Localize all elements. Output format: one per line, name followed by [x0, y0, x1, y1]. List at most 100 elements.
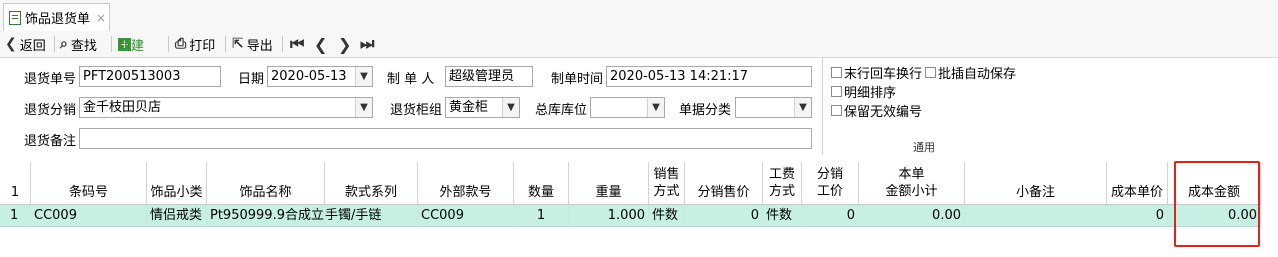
distributor-label: 退货分销: [24, 103, 77, 118]
return-no-field[interactable]: PFT200513003: [79, 66, 221, 87]
header-form: 退货单号 PFT200513003 日期 2020-05-13 ▼ 制 单 人 …: [0, 58, 1278, 158]
print-button[interactable]: ⎙ 打印: [175, 34, 215, 54]
find-label: 查找: [70, 38, 97, 54]
cell-weight[interactable]: 1.000: [569, 205, 649, 226]
counter-label: 退货柜组: [390, 103, 443, 118]
date-label: 日期: [238, 72, 265, 87]
first-icon: ⏮: [290, 34, 305, 53]
column-header-label: 1: [10, 185, 20, 200]
column-header-note[interactable]: 小备注: [965, 162, 1107, 205]
column-header-cost-price[interactable]: 成本单价: [1107, 162, 1168, 205]
option-enter-newline[interactable]: 末行回车换行: [831, 63, 922, 82]
search-list-icon: ⌕: [60, 36, 68, 52]
new-button[interactable]: + 新建: [118, 34, 144, 54]
column-header-subtotal[interactable]: 本单 金额小计: [859, 162, 965, 205]
checkbox[interactable]: [831, 86, 842, 97]
find-button[interactable]: ⌕ 查找: [60, 34, 97, 54]
option-detail-sort[interactable]: 明细排序: [831, 82, 896, 101]
toolbar: ❮ 返回 ⌕ 查找 + 新建 ⎙ 打印 ⇱ 导出 ⏮ ❮ ❯ ⏭: [0, 31, 1278, 58]
maker-label: 制 单 人: [387, 72, 435, 87]
export-label: 导出: [246, 38, 273, 54]
warehouse-select[interactable]: ▼: [590, 97, 665, 118]
distributor-select[interactable]: 金千枝田贝店 ▼: [79, 97, 373, 118]
date-value: 2020-05-13: [271, 69, 347, 84]
tab-title: 饰品退货单: [25, 12, 91, 27]
toolbar-divider: [54, 36, 55, 52]
cell-dist-price[interactable]: 0: [685, 205, 763, 226]
cell-barcode[interactable]: CC009: [31, 205, 147, 226]
maker-field[interactable]: 超级管理员: [445, 66, 533, 87]
back-button[interactable]: ❮ 返回: [5, 34, 46, 54]
table-row[interactable]: 1 CC009 情侣戒类 Pt950999.9合成立方锆 手镯/手链 CC009…: [0, 205, 1261, 227]
column-header-label: 成本单价: [1110, 185, 1163, 200]
column-header-label: 饰品名称: [239, 185, 292, 200]
cell-subcategory[interactable]: 情侣戒类: [147, 205, 207, 226]
export-button[interactable]: ⇱ 导出: [232, 34, 273, 54]
print-label: 打印: [189, 38, 216, 54]
column-header-dist-fee[interactable]: 分销 工价: [802, 162, 859, 205]
chevron-left-icon: ❮: [5, 36, 17, 52]
toolbar-divider: [168, 36, 169, 52]
option-label: 明细排序: [844, 86, 897, 101]
column-header-quantity[interactable]: 数量: [514, 162, 569, 205]
column-header-label: 重量: [595, 185, 622, 200]
column-header-label: 销售: [653, 167, 680, 182]
column-header-fee-mode[interactable]: 工费 方式: [763, 162, 802, 205]
chevron-right-icon: ❯: [338, 34, 352, 54]
chevron-down-icon[interactable]: ▼: [355, 67, 372, 86]
remark-label: 退货备注: [24, 134, 77, 149]
counter-select[interactable]: 黄金柜 ▼: [445, 97, 520, 118]
document-icon: [9, 10, 21, 25]
column-header-label: 小备注: [1015, 185, 1055, 200]
prev-record-button[interactable]: ❮: [314, 34, 330, 54]
chevron-left-icon: ❮: [314, 34, 328, 54]
category-label: 单据分类: [679, 103, 732, 118]
chevron-down-icon[interactable]: ▼: [794, 98, 811, 117]
column-header-series[interactable]: 款式系列: [325, 162, 418, 205]
column-header-label: 分销: [816, 167, 843, 182]
chevron-down-icon[interactable]: ▼: [355, 98, 372, 117]
column-header-label: 饰品小类: [150, 185, 203, 200]
cell-subtotal[interactable]: 0.00: [859, 205, 965, 226]
cell-external-code[interactable]: CC009: [418, 205, 514, 226]
cell-name[interactable]: Pt950999.9合成立方锆: [207, 205, 325, 226]
chevron-down-icon[interactable]: ▼: [502, 98, 519, 117]
column-header-subcategory[interactable]: 饰品小类: [147, 162, 207, 205]
option-keep-invalid[interactable]: 保留无效编号: [831, 101, 922, 120]
cell-dist-fee[interactable]: 0: [802, 205, 859, 226]
checkbox[interactable]: [831, 67, 842, 78]
tab-return-order[interactable]: 饰品退货单 ×: [3, 3, 110, 31]
date-picker[interactable]: 2020-05-13 ▼: [267, 66, 373, 87]
option-auto-save[interactable]: 批插自动保存: [925, 63, 1016, 82]
last-record-button[interactable]: ⏭: [360, 34, 377, 54]
remark-field[interactable]: [79, 128, 812, 149]
last-icon: ⏭: [360, 34, 375, 53]
column-header-index[interactable]: 1: [0, 162, 31, 205]
option-label: 末行回车换行: [844, 67, 923, 82]
first-record-button[interactable]: ⏮: [290, 34, 307, 54]
column-header-barcode[interactable]: 条码号: [31, 162, 147, 205]
column-header-external-code[interactable]: 外部款号: [418, 162, 514, 205]
column-header-name[interactable]: 饰品名称: [207, 162, 325, 205]
next-record-button[interactable]: ❯: [338, 34, 354, 54]
back-label: 返回: [19, 38, 46, 54]
column-header-sale-mode[interactable]: 销售 方式: [649, 162, 685, 205]
make-time-field[interactable]: 2020-05-13 14:21:17: [606, 66, 812, 87]
cell-fee-mode[interactable]: 件数: [763, 205, 802, 226]
cell-sale-mode[interactable]: 件数: [649, 205, 685, 226]
close-icon[interactable]: ×: [96, 11, 106, 25]
column-header-label: 数量: [527, 185, 554, 200]
column-header-dist-price[interactable]: 分销售价: [685, 162, 763, 205]
checkbox[interactable]: [925, 67, 936, 78]
toolbar-divider: [225, 36, 226, 52]
cell-series[interactable]: 手镯/手链: [325, 205, 418, 226]
checkbox[interactable]: [831, 105, 842, 116]
column-header-label: 金额小计: [885, 184, 938, 199]
cell-quantity[interactable]: 1: [514, 205, 569, 226]
new-label: 新建: [118, 38, 145, 54]
chevron-down-icon[interactable]: ▼: [647, 98, 664, 117]
cell-cost-price[interactable]: 0: [1107, 205, 1168, 226]
cell-note[interactable]: [965, 205, 1107, 226]
column-header-weight[interactable]: 重量: [569, 162, 649, 205]
category-select[interactable]: ▼: [735, 97, 812, 118]
